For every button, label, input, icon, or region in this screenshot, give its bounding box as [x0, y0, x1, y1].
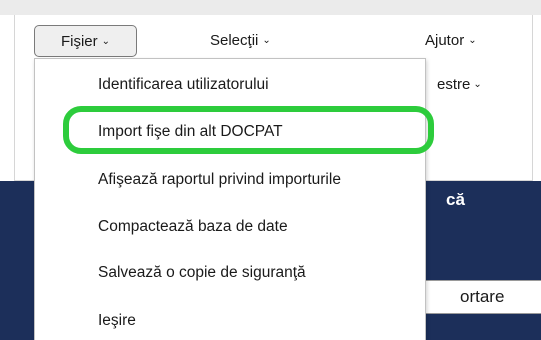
- chevron-down-icon: ⌄: [262, 35, 271, 46]
- menu-item-exit[interactable]: Ieşire: [98, 310, 136, 332]
- menu-item-backup-copy[interactable]: Salvează o copie de siguranţă: [98, 262, 306, 284]
- menu-registers-label: estre: [437, 76, 471, 93]
- menu-item-import-report[interactable]: Afişează raportul privind importurile: [98, 169, 341, 191]
- menu-selections-label: Selecţii: [210, 32, 259, 49]
- menu-file-label: Fişier: [60, 33, 98, 50]
- menu-file[interactable]: Fişier ⌄: [34, 25, 137, 57]
- menu-selections[interactable]: Selecţii ⌄: [210, 25, 271, 57]
- menu-item-identify-user[interactable]: Identificarea utilizatorului: [98, 74, 269, 96]
- page-heading-fragment: că: [446, 190, 465, 209]
- chevron-down-icon: ⌄: [101, 36, 111, 47]
- menu-item-import-records[interactable]: Import fişe din alt DOCPAT: [98, 121, 283, 143]
- sort-button[interactable]: ortare: [425, 280, 541, 314]
- menu-registers[interactable]: estre ⌄: [437, 74, 482, 96]
- file-dropdown-menu: Identificarea utilizatorului Import fişe…: [34, 58, 426, 340]
- top-strip: [0, 0, 541, 15]
- menu-item-compact-database[interactable]: Compactează baza de date: [98, 216, 288, 238]
- chevron-down-icon: ⌄: [468, 35, 477, 46]
- menu-help[interactable]: Ajutor ⌄: [425, 25, 477, 57]
- chevron-down-icon: ⌄: [473, 79, 482, 90]
- menu-help-label: Ajutor: [425, 32, 465, 49]
